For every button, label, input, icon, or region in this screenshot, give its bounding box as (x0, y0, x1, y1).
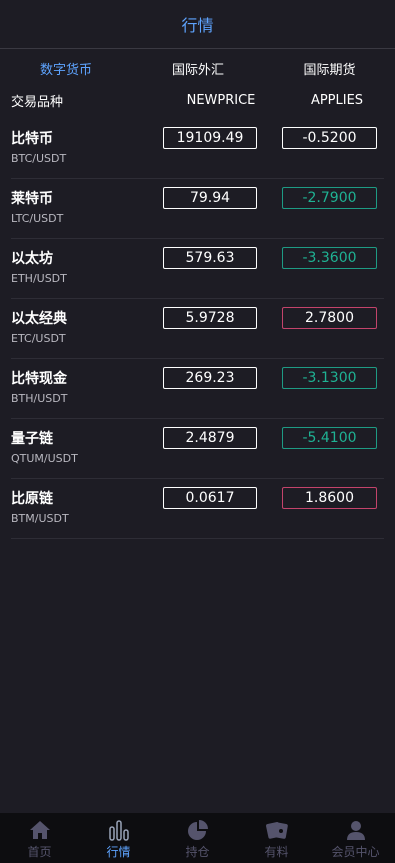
new-price: 269.23 (163, 367, 257, 389)
instrument-name: 莱特币 (11, 191, 53, 207)
applies-value: -5.4100 (282, 427, 377, 449)
nav-member-center-label: 会员中心 (331, 845, 380, 859)
instrument-pair: BTC/USDT (11, 152, 67, 165)
instrument-pair: BTM/USDT (11, 512, 69, 525)
applies-value: -3.3600 (282, 247, 377, 269)
market-row[interactable]: 以太坊 ETH/USDT 579.63 -3.3600 (11, 239, 384, 299)
market-tabs: 数字货币 国际外汇 国际期货 (0, 49, 395, 87)
instrument-name: 以太经典 (11, 311, 67, 327)
market-chart-icon (108, 818, 130, 842)
nav-market[interactable]: 行情 (79, 813, 158, 863)
applies-value: -0.5200 (282, 127, 377, 149)
applies-value: -2.7900 (282, 187, 377, 209)
nav-home-label: 首页 (27, 845, 52, 859)
user-icon (345, 818, 367, 842)
pie-chart-icon (187, 818, 209, 842)
instrument-pair: QTUM/USDT (11, 452, 78, 465)
top-header: 行情 (0, 0, 395, 49)
column-price-header: NEWPRICE (186, 92, 256, 108)
instrument-pair: LTC/USDT (11, 212, 64, 225)
instrument-name-box: 量子链 QTUM/USDT (11, 430, 163, 467)
column-name-header: 交易品种 (11, 94, 64, 110)
market-row[interactable]: 以太经典 ETC/USDT 5.9728 2.7800 (11, 299, 384, 359)
tab-futures[interactable]: 国际期货 (264, 59, 395, 78)
new-price: 5.9728 (163, 307, 257, 329)
nav-member-center[interactable]: 会员中心 (316, 813, 395, 863)
market-row[interactable]: 比特币 BTC/USDT 19109.49 -0.5200 (11, 119, 384, 179)
instrument-pair: ETC/USDT (11, 332, 66, 345)
market-row[interactable]: 比特现金 BTH/USDT 269.23 -3.1300 (11, 359, 384, 419)
column-header: 交易品种 NEWPRICE APPLIES (0, 87, 395, 113)
new-price: 579.63 (163, 247, 257, 269)
instrument-name-box: 比原链 BTM/USDT (11, 490, 163, 527)
applies-value: 2.7800 (282, 307, 377, 329)
market-row[interactable]: 莱特币 LTC/USDT 79.94 -2.7900 (11, 179, 384, 239)
bottom-navigation: 首页 行情 持仓 有料 会员中心 (0, 813, 395, 863)
column-applies-header: APPLIES (310, 92, 364, 108)
nav-positions-label: 持仓 (185, 845, 210, 859)
nav-insights[interactable]: 有料 (237, 813, 316, 863)
instrument-name: 以太坊 (11, 251, 53, 267)
instrument-name-box: 比特现金 BTH/USDT (11, 370, 163, 407)
tab-forex[interactable]: 国际外汇 (132, 59, 264, 78)
instrument-name: 比原链 (11, 491, 53, 507)
nav-home[interactable]: 首页 (0, 813, 79, 863)
instrument-name-box: 比特币 BTC/USDT (11, 130, 163, 167)
market-row[interactable]: 比原链 BTM/USDT 0.0617 1.8600 (11, 479, 384, 539)
new-price: 0.0617 (163, 487, 257, 509)
market-list: 比特币 BTC/USDT 19109.49 -0.5200 莱特币 LTC/US… (0, 119, 395, 539)
instrument-name: 量子链 (11, 431, 53, 447)
new-price: 19109.49 (163, 127, 257, 149)
cards-icon (265, 818, 289, 842)
instrument-name-box: 以太坊 ETH/USDT (11, 250, 163, 287)
home-icon (29, 818, 51, 842)
tab-crypto[interactable]: 数字货币 (0, 59, 132, 78)
instrument-name-box: 莱特币 LTC/USDT (11, 190, 163, 227)
nav-positions[interactable]: 持仓 (158, 813, 237, 863)
instrument-name: 比特现金 (11, 371, 67, 387)
nav-insights-label: 有料 (264, 845, 289, 859)
instrument-name: 比特币 (11, 131, 53, 147)
instrument-name-box: 以太经典 ETC/USDT (11, 310, 163, 347)
market-row[interactable]: 量子链 QTUM/USDT 2.4879 -5.4100 (11, 419, 384, 479)
instrument-pair: BTH/USDT (11, 392, 68, 405)
new-price: 2.4879 (163, 427, 257, 449)
new-price: 79.94 (163, 187, 257, 209)
applies-value: -3.1300 (282, 367, 377, 389)
applies-value: 1.8600 (282, 487, 377, 509)
page-title: 行情 (181, 16, 214, 35)
instrument-pair: ETH/USDT (11, 272, 67, 285)
nav-market-label: 行情 (106, 845, 131, 859)
